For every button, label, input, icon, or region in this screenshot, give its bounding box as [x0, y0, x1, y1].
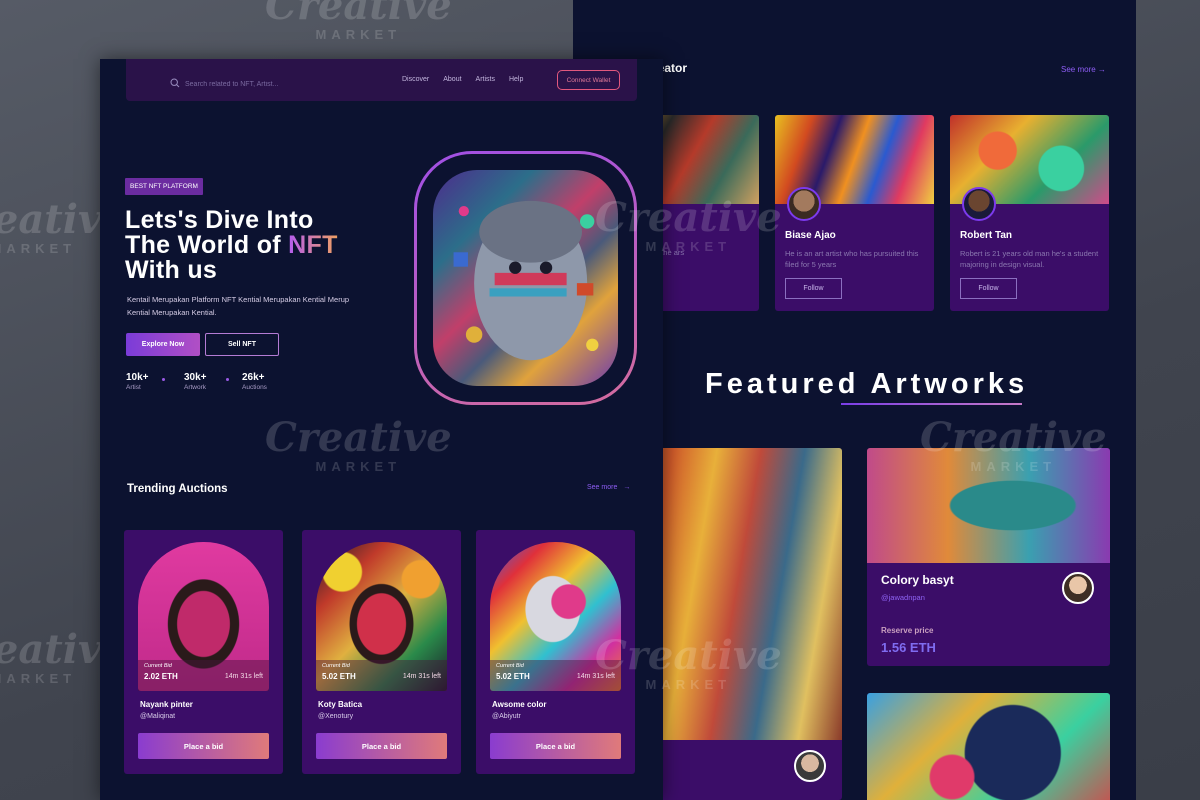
current-bid-label: Current Bid	[144, 663, 172, 669]
title-underline	[841, 403, 1022, 405]
search-icon	[170, 75, 180, 93]
current-bid-value: 5.02 ETH	[496, 672, 530, 681]
reserve-price-label: Reserve price	[881, 626, 934, 635]
nav-link-about[interactable]: About	[443, 76, 461, 83]
follow-button[interactable]: Follow	[960, 278, 1017, 299]
current-bid-label: Current Bid	[496, 663, 524, 669]
follow-button[interactable]: Follow	[785, 278, 842, 299]
hero-stats: 10k+ Artist 30k+ Artwork 26k+ Auctions	[126, 372, 300, 391]
auction-handle[interactable]: @Xenotury	[318, 713, 353, 720]
nav-links: Discover About Artists Help	[402, 76, 523, 83]
nav-link-help[interactable]: Help	[509, 76, 523, 83]
current-bid-label: Current Bid	[322, 663, 350, 669]
creator-name: Robert Tan	[960, 230, 1013, 241]
watermark: CreativeMARKET	[265, 0, 452, 42]
auction-handle[interactable]: @Abiyutr	[492, 713, 521, 720]
place-bid-button[interactable]: Place a bid	[490, 733, 621, 759]
place-bid-button[interactable]: Place a bid	[138, 733, 269, 759]
explore-now-button[interactable]: Explore Now	[126, 333, 200, 356]
time-left: 14m 31s left	[224, 673, 263, 680]
auction-name: Koty Batica	[318, 700, 363, 709]
creator-card[interactable]: Robert Tan Robert is 21 years old man he…	[950, 115, 1109, 311]
trending-auctions-title: Trending Auctions	[127, 483, 228, 495]
avatar	[962, 187, 996, 221]
stat-artwork: 30k+ Artwork	[184, 372, 242, 391]
watermark: CreativeMARKET	[595, 194, 782, 254]
current-bid-value: 5.02 ETH	[322, 672, 356, 681]
watermark: CreativeMARKET	[595, 632, 782, 692]
creator-card[interactable]: Biase Ajao He is an art artist who has p…	[775, 115, 934, 311]
creator-name: Biase Ajao	[785, 230, 836, 241]
auction-card[interactable]: Current Bid 2.02 ETH 14m 31s left Nayank…	[124, 530, 283, 774]
stat-auctions: 26k+ Auctions	[242, 372, 267, 391]
creator-description: He is an art artist who has pursuited th…	[785, 249, 919, 269]
stat-artist: 10k+ Artist	[126, 372, 184, 391]
hero-description: Kentail Merupakan Platform NFT Kential M…	[127, 295, 350, 317]
reserve-price-value: 1.56 ETH	[881, 640, 936, 655]
nav-link-artists[interactable]: Artists	[476, 76, 495, 83]
watermark: CreativeMARKET	[920, 414, 1107, 474]
creators-see-more-link[interactable]: See more →	[1061, 65, 1106, 74]
avatar	[794, 750, 826, 782]
place-bid-button[interactable]: Place a bid	[316, 733, 447, 759]
hero-artwork	[433, 170, 618, 386]
featured-artwork	[867, 693, 1110, 800]
artwork-name: Colory basyt	[881, 573, 954, 587]
auction-name: Awsome color	[492, 700, 547, 709]
creator-description: Robert is 21 years old man he's a studen…	[960, 249, 1099, 269]
nav-link-discover[interactable]: Discover	[402, 76, 429, 83]
arrow-right-icon: →	[1097, 65, 1106, 74]
featured-card[interactable]	[867, 693, 1110, 800]
auction-handle[interactable]: @Maliqinat	[140, 713, 175, 720]
avatar	[1062, 572, 1094, 604]
current-bid-value: 2.02 ETH	[144, 672, 178, 681]
time-left: 14m 31s left	[402, 673, 441, 680]
arrow-right-icon: →	[623, 484, 631, 491]
hero-title: Lets's Dive Into The World of NFT With u…	[125, 206, 338, 284]
trending-see-more-link[interactable]: See more →	[587, 484, 630, 491]
auction-card[interactable]: Current Bid 5.02 ETH 14m 31s left Koty B…	[302, 530, 461, 774]
featured-card[interactable]: Colory basyt @jawadnpan Reserve price 1.…	[867, 448, 1110, 666]
avatar	[787, 187, 821, 221]
hero-image-frame	[414, 151, 637, 405]
top-navbar: Discover About Artists Help Connect Wall…	[126, 59, 637, 101]
platform-badge: BEST NFT PLATFORM	[125, 178, 203, 195]
artist-handle[interactable]: @jawadnpan	[881, 593, 925, 602]
search-bar[interactable]	[170, 75, 305, 93]
auction-name: Nayank pinter	[140, 700, 193, 709]
sell-nft-button[interactable]: Sell NFT	[205, 333, 279, 356]
watermark: CreativeMARKET	[265, 414, 452, 474]
connect-wallet-button[interactable]: Connect Wallet	[557, 70, 620, 90]
featured-artworks-title: Featured Artworks	[705, 368, 1029, 400]
search-input[interactable]	[185, 80, 305, 88]
